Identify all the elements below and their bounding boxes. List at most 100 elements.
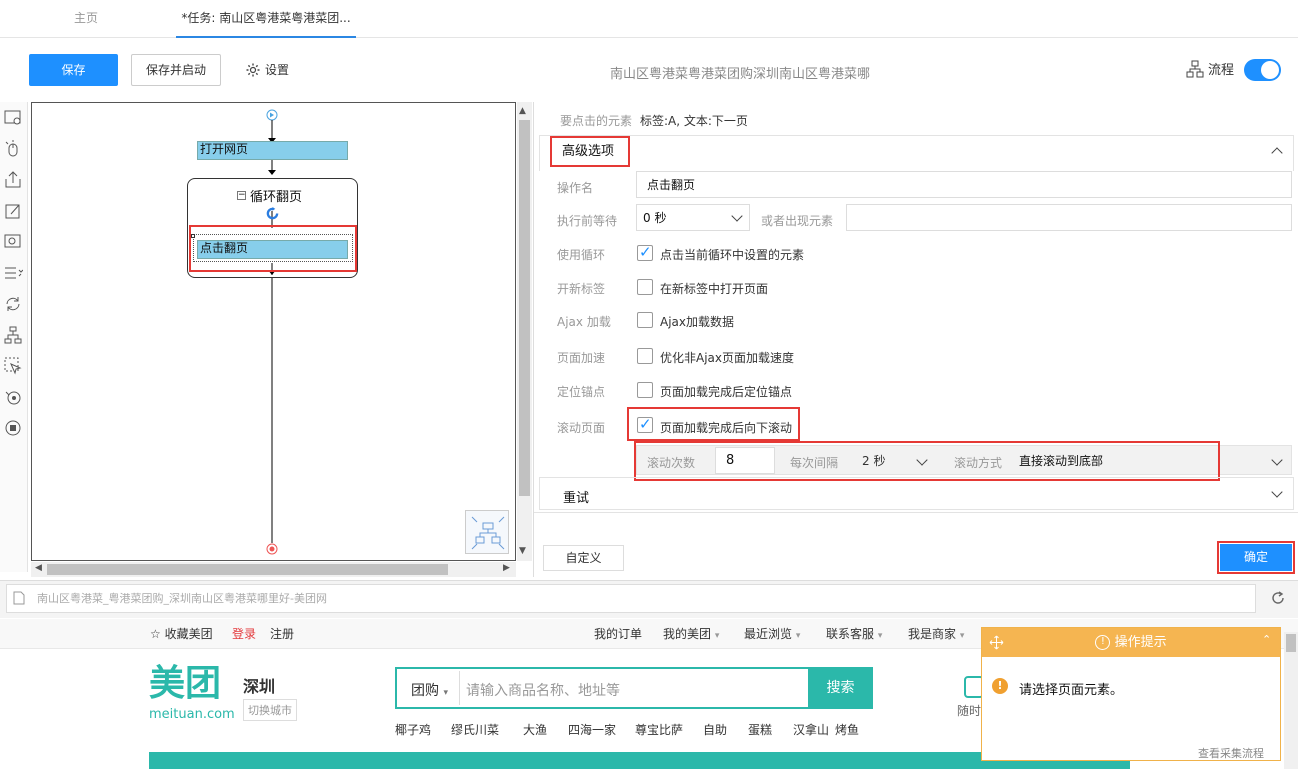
node-click-page[interactable]: 点击翻页 <box>197 240 348 259</box>
page-scrollbar-thumb[interactable] <box>1286 634 1296 652</box>
scroll-count-input[interactable]: 8 <box>715 447 775 474</box>
flowchart-icon <box>1186 60 1204 77</box>
scroll-up-arrow[interactable]: ▲ <box>519 106 526 116</box>
switch-city-button[interactable]: 切换城市 <box>243 699 297 721</box>
refresh-icon[interactable] <box>1270 590 1286 606</box>
save-and-start-button[interactable]: 保存并启动 <box>131 54 221 86</box>
loop-checkbox[interactable] <box>637 243 653 261</box>
site-logo[interactable]: 美团 <box>149 664 221 704</box>
nav-my-orders[interactable]: 我的订单 <box>594 625 642 642</box>
or-appear-input[interactable] <box>846 204 1292 231</box>
move-icon[interactable] <box>989 635 1004 650</box>
custom-button[interactable]: 自定义 <box>543 545 624 571</box>
nav-my-meituan[interactable]: 我的美团 ▾ <box>663 625 719 642</box>
speed-checkbox[interactable] <box>637 348 653 364</box>
side-text: 随时 <box>957 704 982 718</box>
flow-canvas[interactable]: 打开网页 − 循环翻页 点击翻页 <box>31 102 516 561</box>
save-button[interactable]: 保存 <box>29 54 118 86</box>
click-icon[interactable] <box>3 139 23 159</box>
hot-keywords: 椰子鸡 缪氏川菜 大渔 四海一家 尊宝比萨 自助 蛋糕 汉拿山 烤鱼 <box>395 721 865 738</box>
loop-icon[interactable] <box>3 294 23 314</box>
hot-keyword[interactable]: 汉拿山 <box>793 721 835 738</box>
tip-title: 操作提示 <box>1114 635 1167 650</box>
op-name-input[interactable]: 点击翻页 <box>636 171 1292 198</box>
recognize-icon[interactable] <box>3 232 23 252</box>
select-list-icon[interactable] <box>3 263 23 283</box>
page-scrollbar[interactable] <box>1284 632 1298 769</box>
hot-keyword[interactable]: 大渔 <box>523 721 568 738</box>
hot-keyword[interactable]: 椰子鸡 <box>395 721 445 738</box>
hot-keyword[interactable]: 蛋糕 <box>748 721 793 738</box>
anchor-checkbox[interactable] <box>637 382 653 398</box>
canvas-vscroll-thumb[interactable] <box>519 120 530 496</box>
operation-tip-popup: ! 操作提示 ⌃ ! 请选择页面元素。 查看采集流程 <box>981 627 1281 761</box>
city-name: 深圳 <box>243 677 276 696</box>
hot-keyword[interactable]: 缪氏川菜 <box>451 721 523 738</box>
tip-message: 请选择页面元素。 <box>1019 683 1124 698</box>
switch-page-icon[interactable] <box>3 387 23 407</box>
newtab-checkbox[interactable] <box>637 279 653 295</box>
scroll-checkbox[interactable] <box>637 415 653 433</box>
hot-keyword[interactable]: 尊宝比萨 <box>635 721 703 738</box>
hot-keyword[interactable]: 四海一家 <box>568 721 635 738</box>
scroll-left-arrow[interactable]: ◀ <box>35 563 42 573</box>
wait-value: 0 秒 <box>643 211 667 225</box>
settings-button[interactable]: 设置 <box>245 54 289 86</box>
interval-label: 每次间隔 <box>790 456 839 470</box>
tab-bar: 主页 *任务: 南山区粤港菜粤港菜团... <box>0 0 1298 38</box>
nav-merchant-label: 我是商家 <box>908 627 957 641</box>
confirm-button[interactable]: 确定 <box>1220 544 1292 571</box>
anchor-label: 定位锚点 <box>557 385 606 399</box>
hot-keyword[interactable]: 自助 <box>703 721 748 738</box>
search-category[interactable]: 团购 ▾ <box>411 680 448 700</box>
favorite-text: 收藏美团 <box>164 627 213 641</box>
tip-header[interactable]: ! 操作提示 <box>982 628 1280 657</box>
open-page-icon[interactable] <box>3 108 23 128</box>
collapse-icon[interactable]: − <box>237 191 246 200</box>
scroll-mode-select[interactable]: 直接滚动到底部 <box>1015 448 1290 474</box>
url-input[interactable]: 南山区粤港菜_粤港菜团购_深圳南山区粤港菜哪里好-美团网 <box>6 584 1256 613</box>
search-button[interactable]: 搜索 <box>808 667 873 709</box>
nav-recent[interactable]: 最近浏览 ▾ <box>744 625 800 642</box>
hot-keyword[interactable]: 烤鱼 <box>835 721 865 738</box>
element-value: 标签:A, 文本:下一页 <box>640 114 748 128</box>
retry-section-header[interactable] <box>539 477 1294 510</box>
flow-label: 流程 <box>1208 63 1235 78</box>
tab-home[interactable]: 主页 <box>74 0 98 38</box>
scroll-count-label: 滚动次数 <box>647 456 696 470</box>
tab-task[interactable]: *任务: 南山区粤港菜粤港菜团... <box>176 0 356 38</box>
view-flow-link[interactable]: 查看采集流程 <box>1198 745 1264 761</box>
interval-value: 2 秒 <box>862 454 886 468</box>
caret-down-icon: ▾ <box>714 631 720 641</box>
login-link[interactable]: 登录 <box>232 625 256 642</box>
nav-service-label: 联系客服 <box>826 627 875 641</box>
nav-service[interactable]: 联系客服 ▾ <box>826 625 882 642</box>
search-input[interactable]: 请输入商品名称、地址等 <box>466 680 620 700</box>
scroll-down-arrow[interactable]: ▼ <box>519 546 526 556</box>
favorite-link[interactable]: ☆ 收藏美团 <box>150 625 213 642</box>
input-text-icon[interactable] <box>3 201 23 221</box>
canvas-hscroll-thumb[interactable] <box>47 564 448 575</box>
nav-merchant[interactable]: 我是商家 ▾ <box>908 625 964 642</box>
collapse-tip-icon[interactable]: ⌃ <box>1262 633 1271 646</box>
advanced-options-title[interactable]: 高级选项 <box>550 136 630 167</box>
branch-icon[interactable] <box>3 325 23 345</box>
page-title: 南山区粤港菜粤港菜团购深圳南山区粤港菜哪 <box>609 67 870 82</box>
anchor-text: 页面加载完成后定位锚点 <box>660 385 793 399</box>
stop-icon[interactable] <box>3 418 23 438</box>
panel-divider <box>534 512 1298 513</box>
fit-view-icon <box>471 516 505 550</box>
advanced-section-header[interactable] <box>539 135 1294 171</box>
register-link[interactable]: 注册 <box>270 625 294 642</box>
fit-view-button[interactable] <box>465 510 509 554</box>
mouse-hover-icon[interactable] <box>3 356 23 376</box>
extract-icon[interactable] <box>3 170 23 190</box>
flow-toggle[interactable] <box>1244 59 1281 81</box>
ajax-checkbox[interactable] <box>637 312 653 328</box>
scroll-mode-label: 滚动方式 <box>954 456 1003 470</box>
node-open-page[interactable]: 打开网页 <box>197 141 348 160</box>
scroll-right-arrow[interactable]: ▶ <box>503 563 510 573</box>
or-appear-label: 或者出现元素 <box>761 214 834 228</box>
scroll-mode-value: 直接滚动到底部 <box>1019 454 1104 468</box>
flow-lines <box>266 109 278 555</box>
